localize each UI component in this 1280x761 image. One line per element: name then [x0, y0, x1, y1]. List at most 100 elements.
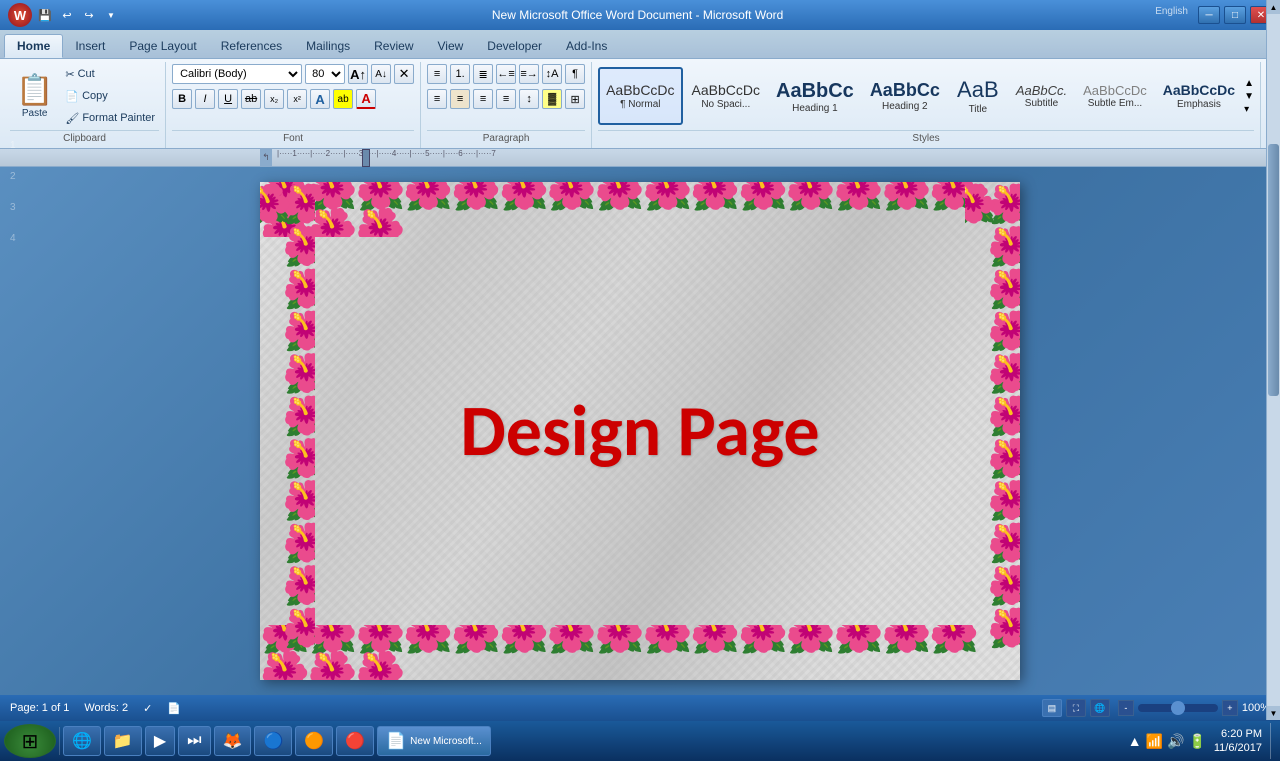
line-spacing-btn[interactable]: ↕: [519, 89, 539, 109]
strikethrough-btn[interactable]: ab: [241, 89, 261, 109]
style-title[interactable]: AaB Title: [949, 67, 1007, 125]
taskbar-app1[interactable]: 🟠: [295, 726, 333, 756]
cut-button[interactable]: ✂ Cut: [61, 64, 159, 84]
app2-icon: 🔴: [345, 731, 365, 751]
shading-btn[interactable]: ▓: [542, 89, 562, 109]
word-icon: 📄: [386, 731, 406, 751]
style-subtle-label: Subtle Em...: [1088, 98, 1142, 109]
page-indicator: Page: 1 of 1: [10, 702, 69, 714]
bullets-btn[interactable]: ≡: [427, 64, 447, 84]
paste-button[interactable]: 📋 Paste: [10, 71, 59, 121]
increase-indent-btn[interactable]: ≡→: [519, 64, 539, 84]
quick-access-dropdown[interactable]: ▼: [102, 6, 120, 24]
font-grow-btn[interactable]: A↑: [348, 64, 368, 84]
taskbar-media1[interactable]: ▶: [145, 726, 175, 756]
style-subtitle[interactable]: AaBbCc. Subtitle: [1009, 67, 1074, 125]
document-page[interactable]: 🌺🌺🌺🌺🌺🌺🌺🌺🌺🌺🌺🌺🌺🌺🌺🌺🌺🌺 🌺🌺🌺🌺🌺🌺🌺🌺🌺🌺🌺🌺🌺🌺🌺🌺🌺🌺 🌺🌺…: [260, 182, 1020, 680]
font-clear-btn[interactable]: ✕: [394, 64, 414, 84]
undo-quick-btn[interactable]: ↩: [58, 6, 76, 24]
style-no-spacing[interactable]: AaBbCcDc No Spaci...: [685, 67, 767, 125]
left-flowers: 🌺🌺🌺🌺🌺🌺🌺🌺🌺🌺🌺🌺: [260, 182, 315, 680]
font-group: Calibri (Body) 80 A↑ A↓ ✕ B I U ab x₂ x²: [166, 62, 421, 148]
decrease-indent-btn[interactable]: ←≡: [496, 64, 516, 84]
multilevel-btn[interactable]: ≣: [473, 64, 493, 84]
underline-btn[interactable]: U: [218, 89, 238, 109]
font-family-select[interactable]: Calibri (Body): [172, 64, 302, 84]
text-effects-btn[interactable]: A: [310, 89, 330, 109]
zoom-thumb[interactable]: [1171, 701, 1185, 715]
style-emphasis[interactable]: AaBbCcDc Emphasis: [1156, 67, 1242, 125]
taskbar-app2[interactable]: 🔴: [336, 726, 374, 756]
style-heading2[interactable]: AaBbCc Heading 2: [863, 67, 947, 125]
styles-scroll-more[interactable]: ▾: [1244, 104, 1254, 115]
right-flowers: 🌺🌺🌺🌺🌺🌺🌺🌺🌺🌺🌺🌺: [965, 182, 1020, 680]
justify-btn[interactable]: ≡: [496, 89, 516, 109]
tab-home[interactable]: Home: [4, 34, 63, 58]
print-layout-btn[interactable]: ▤: [1042, 699, 1062, 717]
maximize-btn[interactable]: □: [1224, 6, 1246, 24]
borders-btn[interactable]: ⊞: [565, 89, 585, 109]
styles-scroll-up[interactable]: ▲: [1244, 78, 1254, 89]
minimize-btn[interactable]: ─: [1198, 6, 1220, 24]
align-center-btn[interactable]: ≡: [450, 89, 470, 109]
style-subtle-emphasis[interactable]: AaBbCcDc Subtle Em...: [1076, 67, 1154, 125]
style-normal[interactable]: AaBbCcDc ¶ Normal: [598, 67, 682, 125]
tab-review[interactable]: Review: [362, 34, 425, 58]
font-format-row: B I U ab x₂ x² A ab A: [172, 89, 376, 109]
redo-quick-btn[interactable]: ↪: [80, 6, 98, 24]
tab-developer[interactable]: Developer: [475, 34, 554, 58]
align-right-btn[interactable]: ≡: [473, 89, 493, 109]
clock[interactable]: 6:20 PM 11/6/2017: [1214, 727, 1262, 756]
zoom-slider[interactable]: [1138, 704, 1218, 712]
taskbar-explorer[interactable]: 📁: [104, 726, 142, 756]
tab-add-ins[interactable]: Add-Ins: [554, 34, 619, 58]
style-subtitle-label: Subtitle: [1025, 98, 1058, 109]
show-formatting-btn[interactable]: ¶: [565, 64, 585, 84]
taskbar-word[interactable]: 📄 New Microsoft...: [377, 726, 491, 756]
sort-btn[interactable]: ↕A: [542, 64, 562, 84]
superscript-btn[interactable]: x²: [287, 89, 307, 109]
document-content[interactable]: Design Page: [260, 182, 1020, 680]
save-quick-btn[interactable]: 💾: [36, 6, 54, 24]
style-normal-preview: AaBbCcDc: [606, 82, 674, 99]
style-heading1[interactable]: AaBbCc Heading 1: [769, 67, 861, 125]
tab-mailings[interactable]: Mailings: [294, 34, 362, 58]
taskbar-ie[interactable]: 🌐: [63, 726, 101, 756]
copy-button[interactable]: 📄 Copy: [61, 86, 159, 106]
format-painter-button[interactable]: 🖌 Format Painter: [61, 108, 159, 128]
zoom-out-btn[interactable]: -: [1118, 700, 1134, 716]
vertical-scrollbar[interactable]: ▲ ▼: [1266, 167, 1280, 695]
tray-arrow[interactable]: ▲: [1128, 733, 1142, 749]
italic-btn[interactable]: I: [195, 89, 215, 109]
styles-scroll-down[interactable]: ▼: [1244, 91, 1254, 102]
show-desktop-btn[interactable]: [1270, 723, 1276, 759]
tray-volume[interactable]: 🔊: [1167, 733, 1184, 750]
align-left-btn[interactable]: ≡: [427, 89, 447, 109]
clipboard-group: 📋 Paste ✂ Cut 📄 Copy 🖌: [4, 62, 166, 148]
web-layout-btn[interactable]: 🌐: [1090, 699, 1110, 717]
tab-view[interactable]: View: [426, 34, 476, 58]
start-button[interactable]: ⊞: [4, 724, 56, 758]
subscript-btn[interactable]: x₂: [264, 89, 284, 109]
font-shrink-btn[interactable]: A↓: [371, 64, 391, 84]
scroll-thumb[interactable]: [1268, 167, 1279, 396]
ruler-corner[interactable]: ↰: [260, 149, 272, 167]
tab-references[interactable]: References: [209, 34, 294, 58]
copy-icon: 📄: [65, 90, 79, 103]
bold-btn[interactable]: B: [172, 89, 192, 109]
numbering-btn[interactable]: 1.: [450, 64, 470, 84]
tab-page-layout[interactable]: Page Layout: [117, 34, 208, 58]
ruler-tab-stop[interactable]: [362, 149, 370, 167]
taskbar-chrome[interactable]: 🔵: [254, 726, 292, 756]
tab-insert[interactable]: Insert: [63, 34, 117, 58]
font-color-btn[interactable]: A: [356, 89, 376, 109]
ruler-marks: |·····1·····|·····2·····|·····3·····|···…: [272, 149, 1032, 167]
taskbar-firefox[interactable]: 🦊: [214, 726, 252, 756]
design-page-heading[interactable]: Design Page: [460, 387, 819, 475]
full-screen-btn[interactable]: ⛶: [1066, 699, 1086, 717]
zoom-in-btn[interactable]: +: [1222, 700, 1238, 716]
office-logo[interactable]: W: [8, 3, 32, 27]
font-size-select[interactable]: 80: [305, 64, 345, 84]
taskbar-media2[interactable]: ⏭: [178, 726, 210, 756]
highlight-btn[interactable]: ab: [333, 89, 353, 109]
